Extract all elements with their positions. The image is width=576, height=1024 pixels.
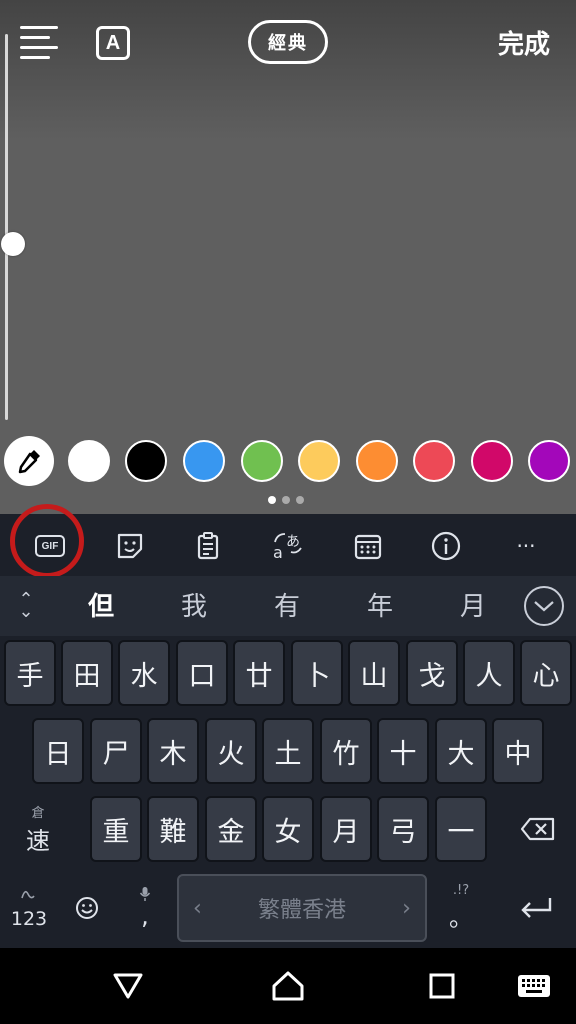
key[interactable]: 木 [147, 718, 199, 784]
chevron-left-icon: ‹ [193, 895, 202, 921]
candidate-item[interactable]: 我 [181, 586, 207, 623]
calendar-icon[interactable] [344, 522, 392, 570]
color-swatch-magenta[interactable] [471, 440, 513, 482]
punctuation-hint: .!? [452, 883, 470, 898]
key[interactable]: 竹 [320, 718, 372, 784]
candidate-item[interactable]: 但 [88, 586, 114, 623]
recents-icon[interactable] [422, 966, 462, 1006]
key[interactable]: 廿 [233, 640, 285, 706]
svg-text:a: a [273, 543, 283, 562]
space-key-label: 繁體香港 [257, 898, 346, 923]
chevron-right-icon: › [402, 895, 411, 921]
key[interactable]: 心 [520, 640, 572, 706]
key[interactable]: 女 [262, 796, 314, 862]
page-dot [268, 496, 276, 504]
sticker-icon[interactable] [106, 522, 154, 570]
text-size-slider-thumb[interactable] [1, 232, 25, 256]
clipboard-icon[interactable] [184, 522, 232, 570]
key[interactable]: 水 [118, 640, 170, 706]
keyboard-switch-icon[interactable] [514, 966, 554, 1006]
gif-button[interactable]: GIF [26, 522, 74, 570]
key[interactable]: 手 [4, 640, 56, 706]
page-dot [296, 496, 304, 504]
enter-key[interactable] [506, 874, 566, 942]
comma-key-label: , [141, 902, 149, 930]
punctuation-label: 。 [449, 904, 473, 932]
system-nav-bar [0, 948, 576, 1024]
key[interactable]: 口 [176, 640, 228, 706]
gif-icon: GIF [35, 535, 65, 557]
emoji-icon [76, 897, 98, 919]
key[interactable]: 土 [262, 718, 314, 784]
home-icon[interactable] [268, 966, 308, 1006]
key[interactable]: 尸 [90, 718, 142, 784]
color-swatch-yellow[interactable] [298, 440, 340, 482]
more-options-icon[interactable]: ··· [502, 522, 550, 570]
eyedropper-icon[interactable] [4, 436, 54, 486]
color-swatch-green[interactable] [241, 440, 283, 482]
key[interactable]: 大 [435, 718, 487, 784]
key[interactable]: 金 [205, 796, 257, 862]
color-swatch-white[interactable] [68, 440, 110, 482]
candidate-item[interactable]: 有 [274, 586, 300, 623]
page-dot [282, 496, 290, 504]
key[interactable]: 難 [147, 796, 199, 862]
microphone-icon [139, 887, 151, 901]
key[interactable]: 戈 [406, 640, 458, 706]
svg-text:あ: あ [286, 534, 300, 550]
info-icon[interactable] [422, 522, 470, 570]
backspace-icon [520, 817, 555, 841]
text-size-slider[interactable] [1, 34, 25, 420]
back-icon[interactable] [108, 966, 148, 1006]
handwriting-icon [21, 890, 35, 899]
keyboard-toolbar: GIF aあ ··· [0, 504, 576, 578]
key[interactable]: 日 [32, 718, 84, 784]
color-palette [4, 436, 576, 486]
numbers-key-label: 123 [10, 908, 48, 930]
expand-candidates-button[interactable] [524, 586, 564, 626]
key[interactable]: 弓 [377, 796, 429, 862]
candidate-item[interactable]: 月 [460, 586, 486, 623]
done-button[interactable]: 完成 [498, 24, 550, 61]
color-swatch-purple[interactable] [528, 440, 570, 482]
enter-icon [521, 898, 552, 918]
emoji-key[interactable] [62, 874, 112, 942]
key[interactable]: 火 [205, 718, 257, 784]
text-style-button[interactable]: A [96, 26, 130, 60]
color-swatch-blue[interactable] [183, 440, 225, 482]
keyboard: GIF aあ ··· ⌃ ⌄ 但 我 有 年 月 手 田 水 口 廿 卜 山 戈… [0, 504, 576, 948]
candidate-item[interactable]: 年 [367, 586, 393, 623]
backspace-key[interactable] [506, 796, 570, 862]
space-key[interactable]: ‹ 繁體香港 › [177, 874, 427, 942]
font-style-button[interactable]: 經典 [248, 20, 328, 64]
input-mode-hint: 倉 [31, 806, 45, 821]
punctuation-key[interactable]: .!? 。 [436, 874, 486, 942]
key[interactable]: 十 [377, 718, 429, 784]
comma-key[interactable]: , [122, 874, 168, 942]
palette-page-indicator [268, 496, 304, 506]
key[interactable]: 卜 [291, 640, 343, 706]
color-swatch-red[interactable] [413, 440, 455, 482]
align-menu-icon[interactable] [20, 26, 58, 62]
key[interactable]: 月 [320, 796, 372, 862]
candidate-bar: ⌃ ⌄ 但 我 有 年 月 [0, 576, 576, 636]
numbers-key[interactable]: 123 [4, 874, 54, 942]
chevron-down-icon [534, 601, 554, 612]
input-mode-key[interactable]: 倉 速 [8, 796, 68, 862]
key[interactable]: 田 [61, 640, 113, 706]
key[interactable]: 一 [435, 796, 487, 862]
key-rows: 手 田 水 口 廿 卜 山 戈 人 心 日 尸 木 火 土 竹 十 大 中 倉 … [0, 636, 576, 948]
input-mode-label: 速 [26, 827, 50, 855]
key[interactable]: 山 [348, 640, 400, 706]
key[interactable]: 人 [463, 640, 515, 706]
key[interactable]: 中 [492, 718, 544, 784]
key[interactable]: 重 [90, 796, 142, 862]
color-swatch-black[interactable] [125, 440, 167, 482]
translate-icon[interactable]: aあ [264, 522, 312, 570]
color-swatch-orange[interactable] [356, 440, 398, 482]
collapse-keyboard-icon[interactable]: ⌃ ⌄ [14, 591, 38, 621]
